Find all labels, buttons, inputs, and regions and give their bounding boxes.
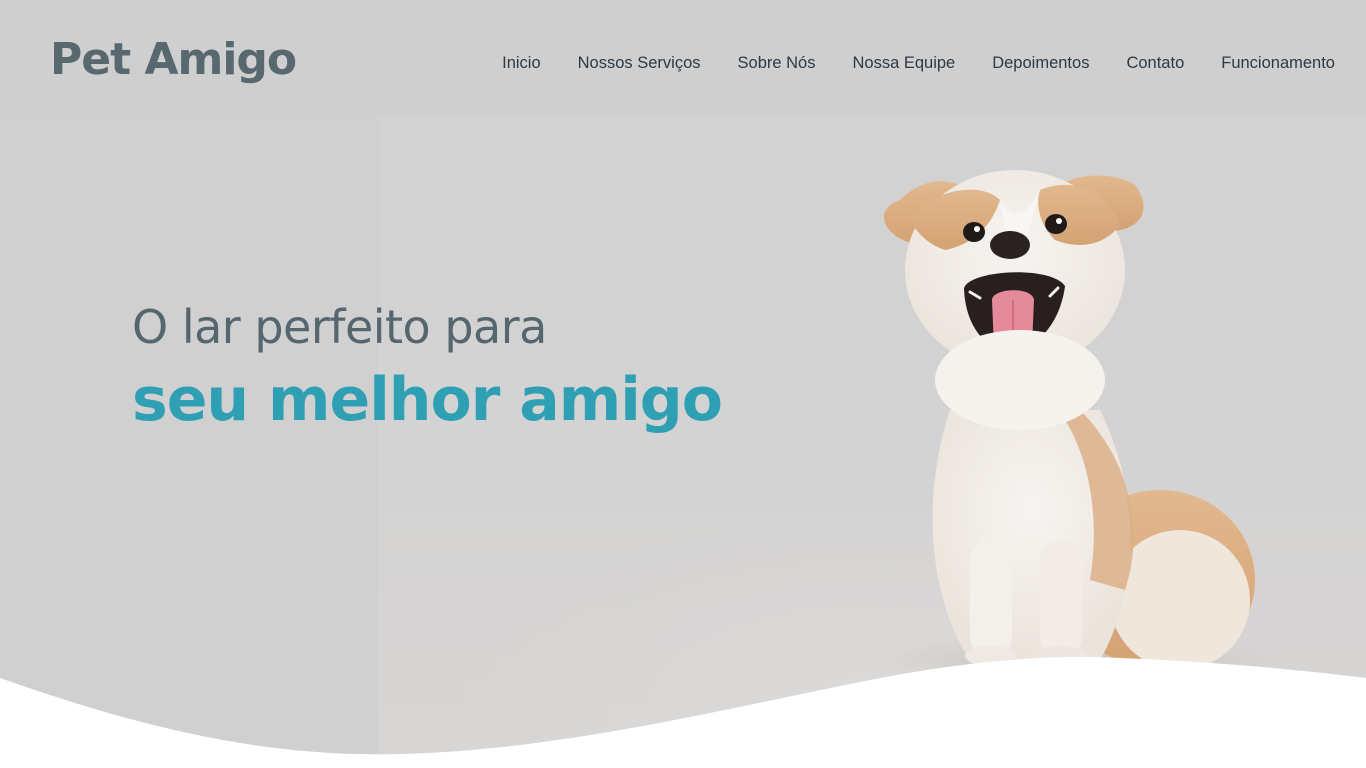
- hero-title-line2: seu melhor amigo: [132, 365, 723, 435]
- hero-title-line1: O lar perfeito para: [132, 300, 547, 354]
- puppy-photo: [880, 170, 1280, 680]
- hero-wave-divider: [0, 657, 1366, 768]
- landing-page: Pet Amigo Inicio Nossos Serviços Sobre N…: [0, 0, 1366, 768]
- nav-link-equipe[interactable]: Nossa Equipe: [852, 52, 955, 74]
- logo-link[interactable]: Pet Amigo: [50, 34, 297, 87]
- nav-link-funcionamento[interactable]: Funcionamento: [1221, 52, 1335, 74]
- nav-link-sobre[interactable]: Sobre Nós: [738, 52, 816, 74]
- hero-headline: O lar perfeito para seu melhor amigo: [132, 298, 723, 440]
- site-header: Pet Amigo Inicio Nossos Serviços Sobre N…: [0, 0, 1366, 116]
- nav-link-inicio[interactable]: Inicio: [502, 52, 541, 74]
- main-nav: Inicio Nossos Serviços Sobre Nós Nossa E…: [502, 52, 1335, 74]
- nav-link-depoimentos[interactable]: Depoimentos: [992, 52, 1089, 74]
- nav-link-contato[interactable]: Contato: [1126, 52, 1184, 74]
- nav-link-servicos[interactable]: Nossos Serviços: [578, 52, 701, 74]
